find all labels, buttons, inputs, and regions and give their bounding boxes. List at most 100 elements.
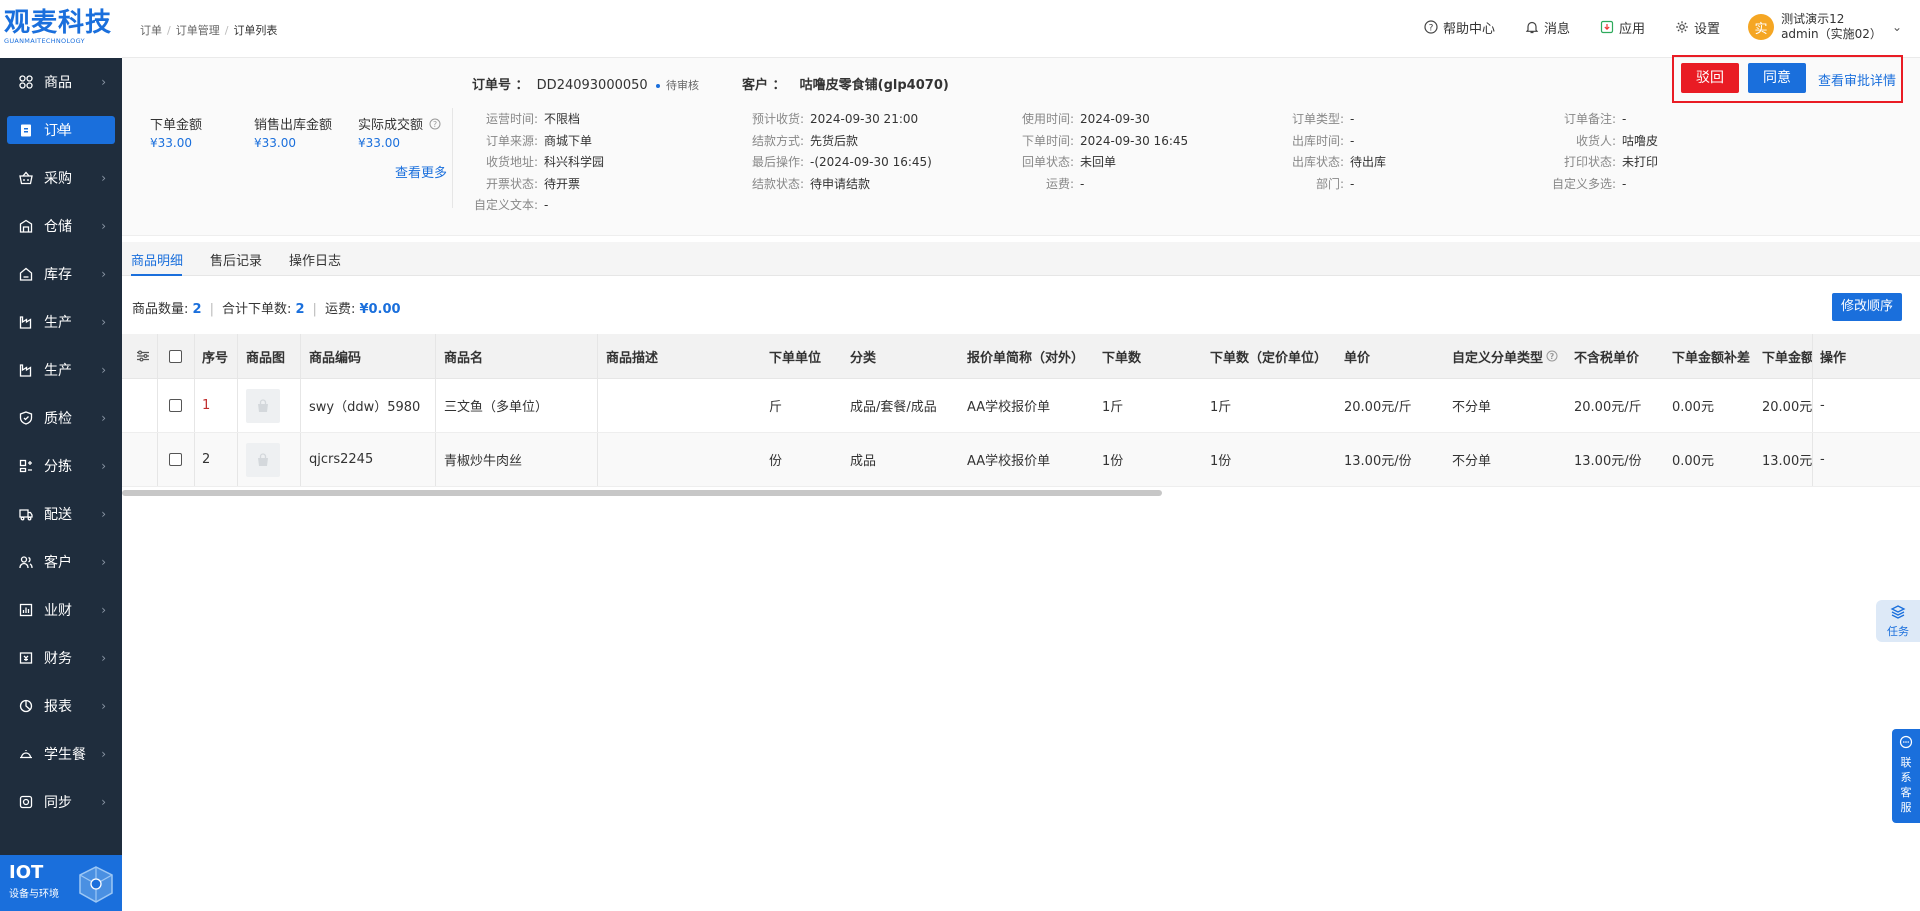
sync-icon: [18, 794, 34, 810]
customer-service-label: 联系客服: [1900, 756, 1912, 814]
sidebar-item-sync[interactable]: 同步 ›: [0, 778, 122, 826]
sidebar-item-delivery[interactable]: 配送 ›: [0, 490, 122, 538]
wallet-icon: [18, 650, 34, 666]
breadcrumb-item[interactable]: 订单管理: [176, 24, 220, 37]
factory-icon: [18, 362, 34, 378]
logo[interactable]: 观麦科技 GUANMAITECHNOLOGY: [0, 0, 122, 58]
sidebar-item-student-meal[interactable]: 学生餐 ›: [0, 730, 122, 778]
sort-icon: [18, 458, 34, 474]
tab-operation-log[interactable]: 操作日志: [289, 250, 341, 269]
chevron-down-icon: ⌄: [1891, 20, 1902, 34]
see-more-link[interactable]: 查看更多: [395, 162, 447, 181]
row-index: 1: [202, 398, 211, 413]
settings-link[interactable]: 设置: [1675, 18, 1720, 37]
app-download-icon: [1600, 20, 1614, 34]
chevron-right-icon: ›: [101, 219, 106, 233]
svg-text:?: ?: [433, 120, 437, 129]
cell: 1斤: [1102, 400, 1124, 415]
col-header: 商品编码: [309, 350, 362, 366]
messages-link[interactable]: 消息: [1525, 18, 1570, 37]
chevron-right-icon: ›: [101, 747, 106, 761]
sidebar-item-production-2[interactable]: 生产 ›: [0, 346, 122, 394]
truck-icon: [18, 506, 34, 522]
column-settings-icon[interactable]: [136, 334, 150, 378]
cell: AA学校报价单: [967, 400, 1051, 415]
sidebar-item-orders[interactable]: 订单 ›: [0, 106, 122, 154]
approve-button[interactable]: 同意: [1748, 63, 1806, 93]
row-checkbox[interactable]: [169, 433, 182, 486]
sidebar-item-label: 客户: [44, 555, 72, 571]
order-no-label: 订单号 ：: [472, 78, 529, 93]
horizontal-scrollbar[interactable]: [122, 487, 1920, 497]
chevron-right-icon: ›: [56, 123, 61, 137]
sidebar-item-label: 配送: [44, 507, 72, 523]
task-label: 任务: [1887, 625, 1909, 638]
cell: -: [1820, 452, 1825, 467]
cell: 成品: [850, 454, 877, 469]
sidebar-item-quality[interactable]: 质检 ›: [0, 394, 122, 442]
task-float-button[interactable]: 任务: [1876, 600, 1920, 642]
sidebar-item-inventory[interactable]: 库存 ›: [0, 250, 122, 298]
messages-label: 消息: [1544, 21, 1571, 37]
brand-sub: GUANMAITECHNOLOGY: [4, 37, 85, 45]
col-header: 下单单位: [769, 350, 822, 366]
cell: 20.00元/斤: [1344, 400, 1412, 415]
apps-link[interactable]: 应用: [1600, 18, 1645, 37]
sidebar: 观麦科技 GUANMAITECHNOLOGY 商品 › 订单 › 采购 › 仓储…: [0, 0, 122, 911]
breadcrumb-current: 订单列表: [233, 24, 278, 37]
apps-label: 应用: [1619, 21, 1646, 37]
cell: 1份: [1210, 454, 1232, 469]
user-menu[interactable]: 实 测试演示12 admin（实施02） ⌄: [1748, 12, 1902, 42]
col-header: 自定义分单类型?: [1452, 334, 1558, 378]
cell: qjcrs2245: [309, 452, 374, 467]
product-image: [246, 379, 280, 432]
sidebar-item-label: 质检: [44, 411, 72, 427]
layers-icon: [1890, 605, 1906, 619]
product-image: [246, 433, 280, 486]
modify-order-button[interactable]: 修改顺序: [1832, 293, 1902, 321]
help-center-link[interactable]: ? 帮助中心: [1424, 18, 1495, 37]
sidebar-item-purchase[interactable]: 采购 ›: [0, 154, 122, 202]
order-info-col3: 使用时间: 2024-09-30 下单时间: 2024-09-30 16:45 回单…: [1021, 112, 1189, 191]
sidebar-item-sorting[interactable]: 分拣 ›: [0, 442, 122, 490]
cell: swy（ddw）5980: [309, 400, 421, 415]
sidebar-item-label: 生产: [44, 363, 72, 379]
sidebar-item-business-finance[interactable]: 业财 ›: [0, 586, 122, 634]
sidebar-item-customers[interactable]: 客户 ›: [0, 538, 122, 586]
bell-icon: [1525, 21, 1539, 34]
sidebar-item-production-1[interactable]: 生产 ›: [0, 298, 122, 346]
sidebar-item-label: 报表: [44, 699, 72, 715]
col-header: 下单金额补差: [1672, 350, 1751, 366]
col-header: 下单金额: [1762, 350, 1812, 366]
scrollbar-thumb[interactable]: [122, 490, 1162, 496]
sidebar-item-label: 学生餐: [44, 747, 86, 763]
grid-icon: [18, 74, 34, 90]
user-name: 测试演示12: [1781, 12, 1845, 26]
col-header: 下单数（定价单位）: [1210, 350, 1328, 366]
customer-service-button[interactable]: 联系客服: [1892, 729, 1920, 823]
approval-detail-link[interactable]: 查看审批详情: [1818, 70, 1896, 89]
row-checkbox[interactable]: [169, 379, 182, 432]
tab-after-sales[interactable]: 售后记录: [210, 250, 262, 269]
sidebar-item-finance[interactable]: 财务 ›: [0, 634, 122, 682]
sidebar-item-goods[interactable]: 商品 ›: [0, 58, 122, 106]
customer-name: 咕噜皮零食铺(glp4070): [799, 78, 949, 93]
user-account: admin（实施02）: [1781, 27, 1882, 41]
breadcrumb-item[interactable]: 订单: [140, 24, 162, 37]
select-all-checkbox[interactable]: [169, 334, 182, 378]
table-row[interactable]: 1 swy（ddw）5980 三文鱼（多单位） 斤 成品/套餐/成品 AA学校报…: [122, 379, 1920, 433]
iot-banner[interactable]: IOT 设备与环境: [0, 855, 122, 911]
chevron-right-icon: ›: [101, 459, 106, 473]
order-info-col4: 订单类型: - 出库时间: - 出库状态: 待出库 部门: -: [1291, 112, 1387, 191]
sidebar-item-reports[interactable]: 报表 ›: [0, 682, 122, 730]
status-dot-icon: [655, 83, 660, 88]
cell: 份: [769, 454, 783, 469]
help-icon[interactable]: ?: [1546, 350, 1558, 362]
cell: 20.00元: [1762, 400, 1813, 415]
reject-button[interactable]: 驳回: [1681, 63, 1739, 93]
sidebar-item-storage[interactable]: 仓储 ›: [0, 202, 122, 250]
help-icon[interactable]: ?: [429, 118, 441, 130]
cell: 成品/套餐/成品: [850, 400, 937, 415]
tab-goods-detail[interactable]: 商品明细: [131, 250, 183, 269]
table-row[interactable]: 2 qjcrs2245 青椒炒牛肉丝 份 成品 AA学校报价单 1份 1份 13…: [122, 433, 1920, 487]
